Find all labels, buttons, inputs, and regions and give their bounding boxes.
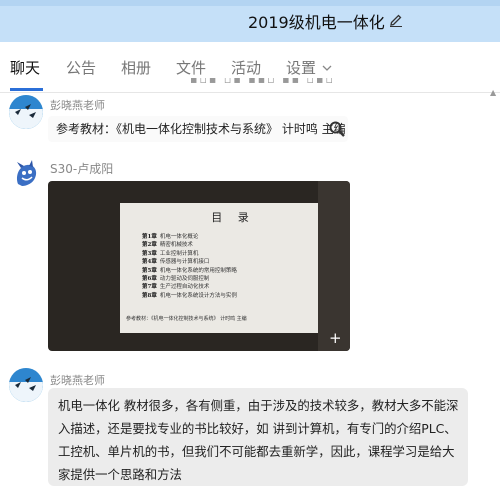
message-line: 工控机、单片机的书，但我们不可能都去重新学，因此，课程学习是给大 <box>58 444 455 459</box>
avatar[interactable] <box>9 95 43 129</box>
toc-row: 第2章 精密机械技术 <box>142 242 193 249</box>
timestamp-partial: ▪▫▪ ▫▪ ▪▪▫ ▪▪ ▫▪▫ <box>190 78 335 86</box>
group-title: 2019级机电一体化 <box>248 13 385 32</box>
toc-row: 第4章 传感器与计算机接口 <box>142 259 210 266</box>
toc-row: 第7章 生产过程自动化技术 <box>142 284 210 291</box>
toc-heading: 目 录 <box>211 211 255 224</box>
toc-row: 第1章 机电一体化概论 <box>142 234 199 240</box>
edit-icon[interactable] <box>388 12 404 28</box>
tab-announcements[interactable]: 公告 <box>66 57 96 78</box>
tab-files[interactable]: 文件 <box>176 57 206 78</box>
tab-activities[interactable]: 活动 <box>231 57 261 78</box>
toc-row: 第5章 机电一体化系统的常用控制策略 <box>142 267 237 274</box>
message-bubble[interactable]: 参考教材：《机电一体化控制技术与系统》 计时鸣 主编 <box>48 116 348 142</box>
avatar[interactable] <box>9 158 43 192</box>
tab-settings[interactable]: 设置 <box>286 57 316 78</box>
toc-row: 第8章 机电一体化系统设计方法与实例 <box>142 292 237 299</box>
message-line: 机电一体化 教材很多，各有侧重，由于涉及的技术较多，教材大多不能深 <box>58 398 459 413</box>
plus-icon[interactable]: + <box>329 331 342 346</box>
message-bubble[interactable]: 机电一体化 教材很多，各有侧重，由于涉及的技术较多，教材大多不能深 入描述，还是… <box>48 388 468 486</box>
image-side-strip <box>318 181 350 351</box>
title-bar-strip <box>0 0 500 6</box>
title-bar: 2019级机电一体化 <box>0 0 500 42</box>
document-page: 目 录 第1章 机电一体化概论 第2章 精密机械技术 第3章 工业控制计算机 第4章传… <box>120 203 346 333</box>
active-tab-indicator <box>10 88 43 91</box>
toc-row: 第3章 工业控制计算机 <box>142 250 199 257</box>
tab-chat[interactable]: 聊天 <box>10 57 40 78</box>
message-line: 家提供一个思路和方法 <box>58 467 182 482</box>
toc-list: 第1章 机电一体化概论 第2章 精密机械技术 第3章 工业控制计算机 第4章 传感器与计… <box>142 233 237 300</box>
document-footer: 参考教材：《机电一体化控制技术与系统》 计时鸣 主编 <box>126 316 247 322</box>
sender-name: S30-卢成阳 <box>50 162 114 176</box>
toc-row: 第6章 动力驱动及伺服控制 <box>142 276 210 283</box>
zoom-icon[interactable] <box>328 120 346 138</box>
sender-name: 彭晓燕老师 <box>50 374 105 387</box>
chevron-down-icon[interactable] <box>321 62 333 74</box>
scroll-up-icon[interactable]: ▲ <box>490 88 496 97</box>
shared-image[interactable]: 目 录 第1章 机电一体化概论 第2章 精密机械技术 第3章 工业控制计算机 第4章传… <box>48 181 350 351</box>
tab-album[interactable]: 相册 <box>121 57 151 78</box>
sender-name: 彭晓燕老师 <box>50 99 105 112</box>
message-line: 入描述，还是要找专业的书比较好，如 讲到计算机，有专门的介绍PLC、 <box>58 421 457 436</box>
avatar[interactable] <box>9 368 43 402</box>
